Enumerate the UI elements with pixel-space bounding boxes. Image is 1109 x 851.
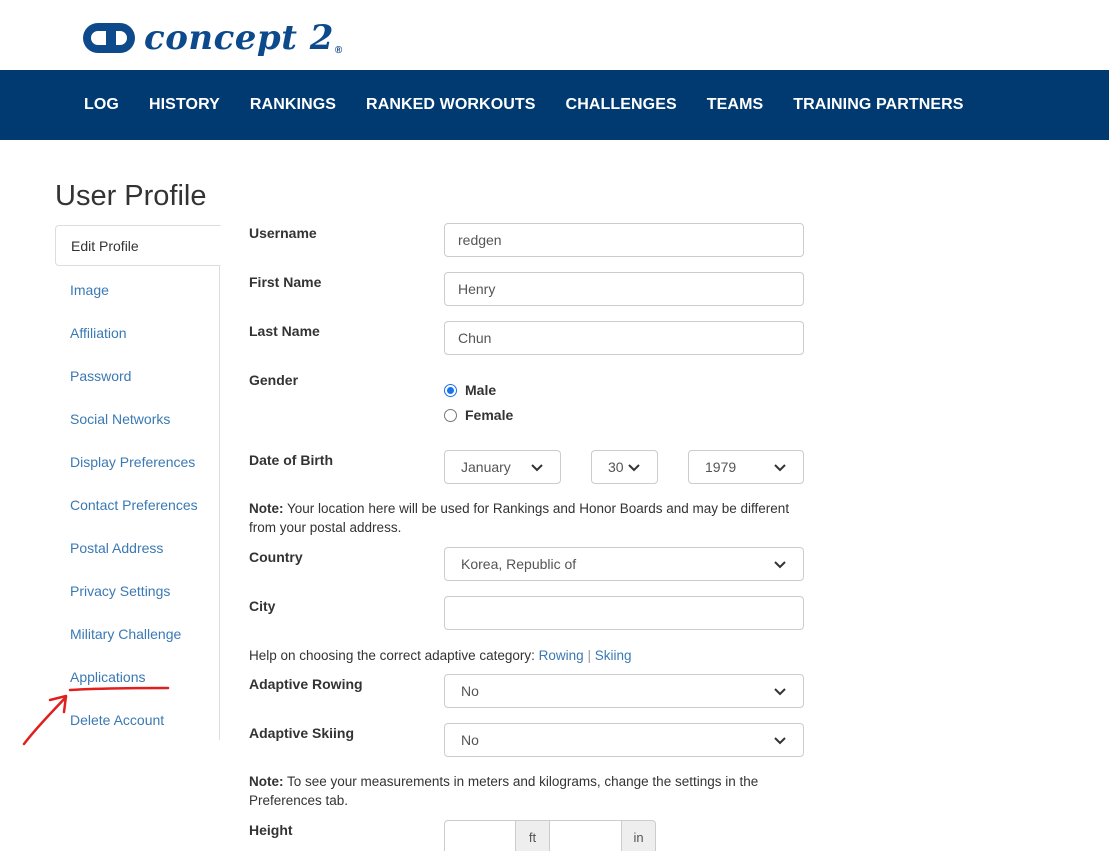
sidebar-item-delete-account[interactable]: Delete Account <box>55 698 219 741</box>
location-note-bold: Note: <box>249 501 284 516</box>
dob-day-value: 30 <box>608 459 624 475</box>
chevron-down-icon <box>531 464 543 472</box>
height-feet-unit: ft <box>516 820 550 851</box>
last-name-label: Last Name <box>249 323 320 339</box>
concept2-logo-mark-icon <box>83 23 135 53</box>
sidebar-item-privacy-settings[interactable]: Privacy Settings <box>55 569 219 612</box>
chevron-down-icon <box>774 737 786 745</box>
dob-year-value: 1979 <box>705 459 737 475</box>
nav-ranked-workouts[interactable]: RANKED WORKOUTS <box>366 96 536 114</box>
gender-male-option[interactable]: Male <box>444 382 496 398</box>
gender-female-option[interactable]: Female <box>444 407 513 423</box>
last-name-input[interactable]: Chun <box>444 321 804 355</box>
city-label: City <box>249 598 276 614</box>
dob-day-select[interactable]: 30 <box>591 450 658 484</box>
adaptive-skiing-label: Adaptive Skiing <box>249 725 355 741</box>
height-inches-input[interactable] <box>550 820 622 851</box>
username-input[interactable]: redgen <box>444 223 804 257</box>
measurement-note-bold: Note: <box>249 774 284 789</box>
city-input[interactable] <box>444 596 804 630</box>
sidebar-item-social-networks[interactable]: Social Networks <box>55 397 219 440</box>
nav-challenges[interactable]: CHALLENGES <box>566 96 677 114</box>
measurement-note-text: To see your measurements in meters and k… <box>249 774 759 808</box>
chevron-down-icon <box>774 688 786 696</box>
sidebar-item-applications[interactable]: Applications <box>55 655 219 698</box>
gender-female-text: Female <box>465 407 514 423</box>
gender-male-text: Male <box>465 382 497 398</box>
height-input-group: ft in <box>444 820 656 851</box>
adaptive-separator: | <box>583 648 595 663</box>
measurement-note: Note: To see your measurements in meters… <box>249 772 809 810</box>
concept2-logo[interactable]: concept 2 ® <box>76 18 342 58</box>
chevron-down-icon <box>774 561 786 569</box>
sidebar-item-affiliation[interactable]: Affiliation <box>55 311 219 354</box>
main-nav: LOG HISTORY RANKINGS RANKED WORKOUTS CHA… <box>0 70 1109 140</box>
sidebar-item-edit-profile[interactable]: Edit Profile <box>55 225 221 266</box>
adaptive-rowing-select[interactable]: No <box>444 674 804 708</box>
dob-month-value: January <box>461 459 511 475</box>
chevron-down-icon <box>774 464 786 472</box>
adaptive-rowing-label: Adaptive Rowing <box>249 676 363 692</box>
logo-bar: concept 2 ® <box>0 0 1109 70</box>
nav-teams[interactable]: TEAMS <box>707 96 764 114</box>
username-label: Username <box>249 225 317 241</box>
gender-female-radio[interactable] <box>444 408 457 422</box>
chevron-down-icon <box>628 464 640 472</box>
adaptive-help: Help on choosing the correct adaptive ca… <box>249 646 809 665</box>
gender-male-radio[interactable] <box>444 383 457 397</box>
country-label: Country <box>249 549 303 565</box>
page-title: User Profile <box>55 180 207 212</box>
location-note-text: Your location here will be used for Rank… <box>249 501 790 535</box>
gender-label: Gender <box>249 372 299 388</box>
nav-log[interactable]: LOG <box>84 96 119 114</box>
adaptive-skiing-select[interactable]: No <box>444 723 804 757</box>
dob-year-select[interactable]: 1979 <box>688 450 804 484</box>
adaptive-skiing-link[interactable]: Skiing <box>595 648 632 663</box>
country-value: Korea, Republic of <box>461 556 577 572</box>
nav-rankings[interactable]: RANKINGS <box>250 96 336 114</box>
nav-training-partners[interactable]: TRAINING PARTNERS <box>793 96 963 114</box>
sidebar-item-password[interactable]: Password <box>55 354 219 397</box>
dob-month-select[interactable]: January <box>444 450 561 484</box>
adaptive-help-text: Help on choosing the correct adaptive ca… <box>249 648 539 663</box>
adaptive-skiing-value: No <box>461 732 479 748</box>
first-name-label: First Name <box>249 274 322 290</box>
profile-sidebar: Edit Profile Image Affiliation Password … <box>55 225 221 741</box>
sidebar-item-contact-preferences[interactable]: Contact Preferences <box>55 483 219 526</box>
height-feet-input[interactable] <box>444 820 516 851</box>
country-select[interactable]: Korea, Republic of <box>444 547 804 581</box>
sidebar-item-military-challenge[interactable]: Military Challenge <box>55 612 219 655</box>
height-label: Height <box>249 822 293 838</box>
height-inches-unit: in <box>622 820 656 851</box>
nav-history[interactable]: HISTORY <box>149 96 220 114</box>
sidebar-item-postal-address[interactable]: Postal Address <box>55 526 219 569</box>
location-note: Note: Your location here will be used fo… <box>249 499 809 537</box>
logo-registered-mark: ® <box>334 45 343 56</box>
logo-text: concept 2 <box>144 18 334 58</box>
sidebar-item-image[interactable]: Image <box>55 268 219 311</box>
sidebar-item-display-preferences[interactable]: Display Preferences <box>55 440 219 483</box>
adaptive-rowing-value: No <box>461 683 479 699</box>
first-name-input[interactable]: Henry <box>444 272 804 306</box>
dob-label: Date of Birth <box>249 452 333 468</box>
adaptive-rowing-link[interactable]: Rowing <box>539 648 584 663</box>
